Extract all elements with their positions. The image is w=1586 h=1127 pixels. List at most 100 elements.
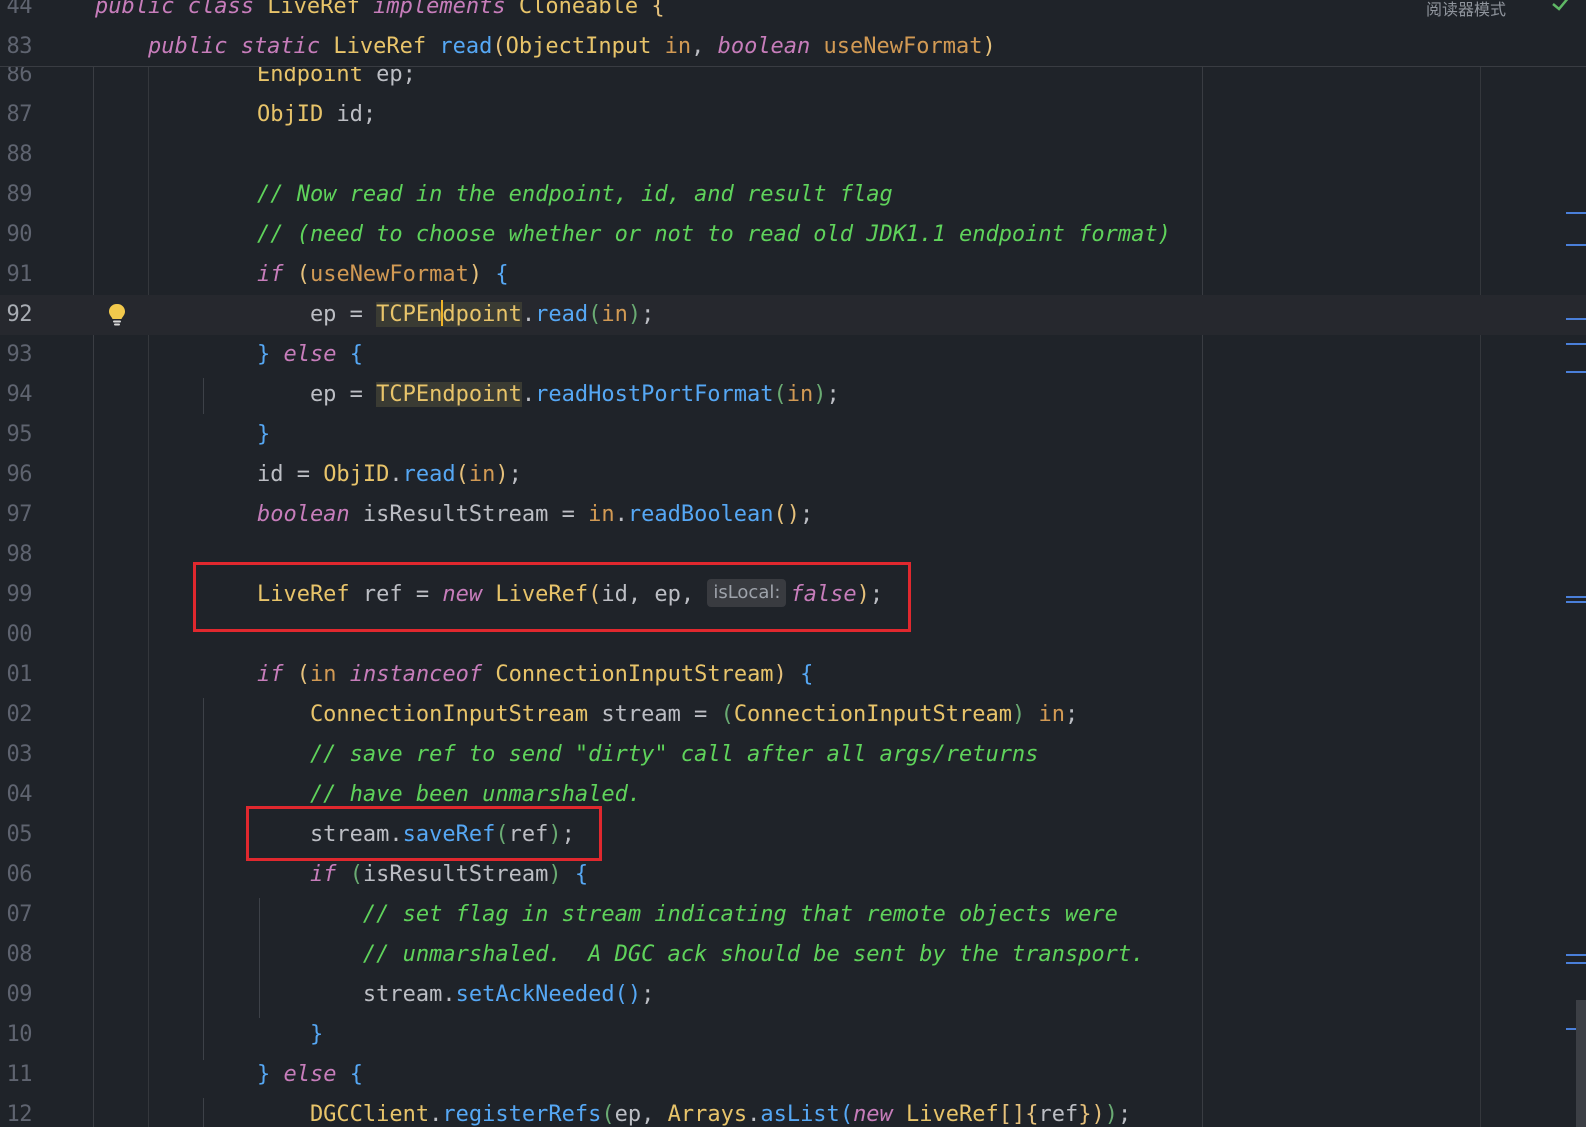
- code-line: }: [151, 415, 270, 455]
- code-token: in: [1038, 702, 1065, 727]
- scroll-marker: [1566, 601, 1586, 603]
- code-token: {: [349, 1062, 363, 1087]
- line-number[interactable]: 91: [0, 255, 33, 295]
- code-row[interactable]: 12 DGCClient.registerRefs(ep, Arrays.asL…: [0, 1095, 1586, 1127]
- code-token: .: [429, 1102, 443, 1127]
- code-row[interactable]: 90 // (need to choose whether or not to …: [0, 215, 1586, 255]
- line-number[interactable]: 07: [0, 895, 33, 935]
- code-row[interactable]: 89 // Now read in the endpoint, id, and …: [0, 175, 1586, 215]
- code-row[interactable]: 93 } else {: [0, 335, 1586, 375]
- sticky-line-method[interactable]: 83 public static LiveRef read(ObjectInpu…: [0, 27, 1586, 67]
- code-token: readBoolean: [627, 502, 774, 527]
- code-row[interactable]: 97 boolean isResultStream = in.readBoole…: [0, 495, 1586, 535]
- code-row[interactable]: 88: [0, 135, 1586, 175]
- code-row[interactable]: 95 }: [0, 415, 1586, 455]
- line-number[interactable]: 02: [0, 695, 33, 735]
- code-line: ep = TCPEndpoint.read(in);: [151, 295, 654, 335]
- code-token: useNewFormat: [309, 262, 469, 287]
- line-number[interactable]: 87: [0, 95, 33, 135]
- code-token: boolean: [151, 502, 363, 527]
- lightbulb-icon[interactable]: [107, 302, 127, 328]
- reader-mode-button[interactable]: 阅读器模式: [1426, 0, 1506, 20]
- code-row[interactable]: 91 if (useNewFormat) {: [0, 255, 1586, 295]
- code-row[interactable]: 05 stream.saveRef(ref);: [0, 815, 1586, 855]
- scrollbar-thumb[interactable]: [1576, 1000, 1586, 1127]
- line-number[interactable]: 08: [0, 935, 33, 975]
- code-token: useNewFormat: [823, 34, 983, 59]
- code-token: read: [402, 462, 456, 487]
- code-line: ep = TCPEndpoint.readHostPortFormat(in);: [151, 375, 840, 415]
- code-token: if: [151, 662, 297, 687]
- code-token: dpoint: [442, 302, 522, 327]
- check-icon[interactable]: [1550, 0, 1572, 14]
- line-number[interactable]: 90: [0, 215, 33, 255]
- code-row[interactable]: 10 }: [0, 1015, 1586, 1055]
- code-token: LiveRef: [333, 34, 440, 59]
- sticky-line-class[interactable]: 44 public class LiveRef implements Clone…: [0, 0, 1586, 27]
- code-token: (: [720, 702, 734, 727]
- code-token: ObjID: [323, 462, 390, 487]
- code-token: else: [283, 1062, 350, 1087]
- line-number[interactable]: 88: [0, 135, 33, 175]
- line-number[interactable]: 09: [0, 975, 33, 1015]
- line-number[interactable]: 95: [0, 415, 33, 455]
- code-row[interactable]: 96 id = ObjID.read(in);: [0, 455, 1586, 495]
- line-number[interactable]: 97: [0, 495, 33, 535]
- line-number[interactable]: 12: [0, 1095, 33, 1127]
- code-token: ;: [826, 382, 840, 407]
- line-number[interactable]: 10: [0, 1015, 33, 1055]
- line-number[interactable]: 05: [0, 815, 33, 855]
- line-number[interactable]: 99: [0, 575, 33, 615]
- code-token: ep =: [151, 302, 377, 327]
- text-caret: [441, 300, 444, 326]
- code-editor[interactable]: 44 public class LiveRef implements Clone…: [0, 0, 1586, 1127]
- line-number[interactable]: 92: [0, 295, 33, 335]
- code-token: ep,: [614, 1102, 668, 1127]
- code-row[interactable]: 02 ConnectionInputStream stream = (Conne…: [0, 695, 1586, 735]
- line-number[interactable]: 03: [0, 735, 33, 775]
- code-row[interactable]: 01 if (in instanceof ConnectionInputStre…: [0, 655, 1586, 695]
- code-row[interactable]: 08 // unmarshaled. A DGC ack should be s…: [0, 935, 1586, 975]
- code-line: id = ObjID.read(in);: [151, 455, 522, 495]
- line-number[interactable]: 89: [0, 175, 33, 215]
- code-token: ): [627, 302, 642, 327]
- line-number[interactable]: 01: [0, 655, 33, 695]
- line-number[interactable]: 04: [0, 775, 33, 815]
- code-row[interactable]: 07 // set flag in stream indicating that…: [0, 895, 1586, 935]
- code-token: }: [151, 422, 271, 447]
- code-token: (: [773, 382, 787, 407]
- code-row-current[interactable]: 92 ep = TCPEndpoint.read(in);: [0, 295, 1586, 335]
- code-token: (: [588, 302, 602, 327]
- code-token: // unmarshaled. A DGC ack should be sent…: [151, 942, 1145, 967]
- line-number[interactable]: 11: [0, 1055, 33, 1095]
- code-token: // (need to choose whether or not to rea…: [151, 222, 1171, 247]
- code-line: } else {: [151, 1055, 363, 1095]
- code-row[interactable]: 09 stream.setAckNeeded();: [0, 975, 1586, 1015]
- code-token: stream =: [601, 702, 721, 727]
- code-line: } else {: [151, 335, 363, 375]
- code-row[interactable]: 94 ep = TCPEndpoint.readHostPortFormat(i…: [0, 375, 1586, 415]
- code-token: []{: [998, 1102, 1039, 1127]
- sticky-scope-header[interactable]: 44 public class LiveRef implements Clone…: [0, 0, 1586, 67]
- code-row[interactable]: 87 ObjID id;: [0, 95, 1586, 135]
- line-number[interactable]: 94: [0, 375, 33, 415]
- code-row[interactable]: 06 if (isResultStream) {: [0, 855, 1586, 895]
- code-token: ): [982, 34, 996, 59]
- code-token: ,: [691, 34, 718, 59]
- code-line: // Now read in the endpoint, id, and res…: [151, 175, 893, 215]
- line-number[interactable]: 98: [0, 535, 33, 575]
- code-token: read: [439, 34, 493, 59]
- line-number[interactable]: 00: [0, 615, 33, 655]
- code-row[interactable]: 03 // save ref to send "dirty" call afte…: [0, 735, 1586, 775]
- code-token: (: [349, 862, 363, 887]
- code-token: public class: [95, 0, 268, 19]
- code-token: (): [773, 502, 801, 527]
- line-number[interactable]: 93: [0, 335, 33, 375]
- code-row[interactable]: 04 // have been unmarshaled.: [0, 775, 1586, 815]
- line-number[interactable]: 06: [0, 855, 33, 895]
- code-token: in: [786, 382, 814, 407]
- code-token: if: [151, 262, 297, 287]
- code-row[interactable]: 11 } else {: [0, 1055, 1586, 1095]
- line-number[interactable]: 96: [0, 455, 33, 495]
- code-token: TCPEndpoint: [376, 382, 522, 407]
